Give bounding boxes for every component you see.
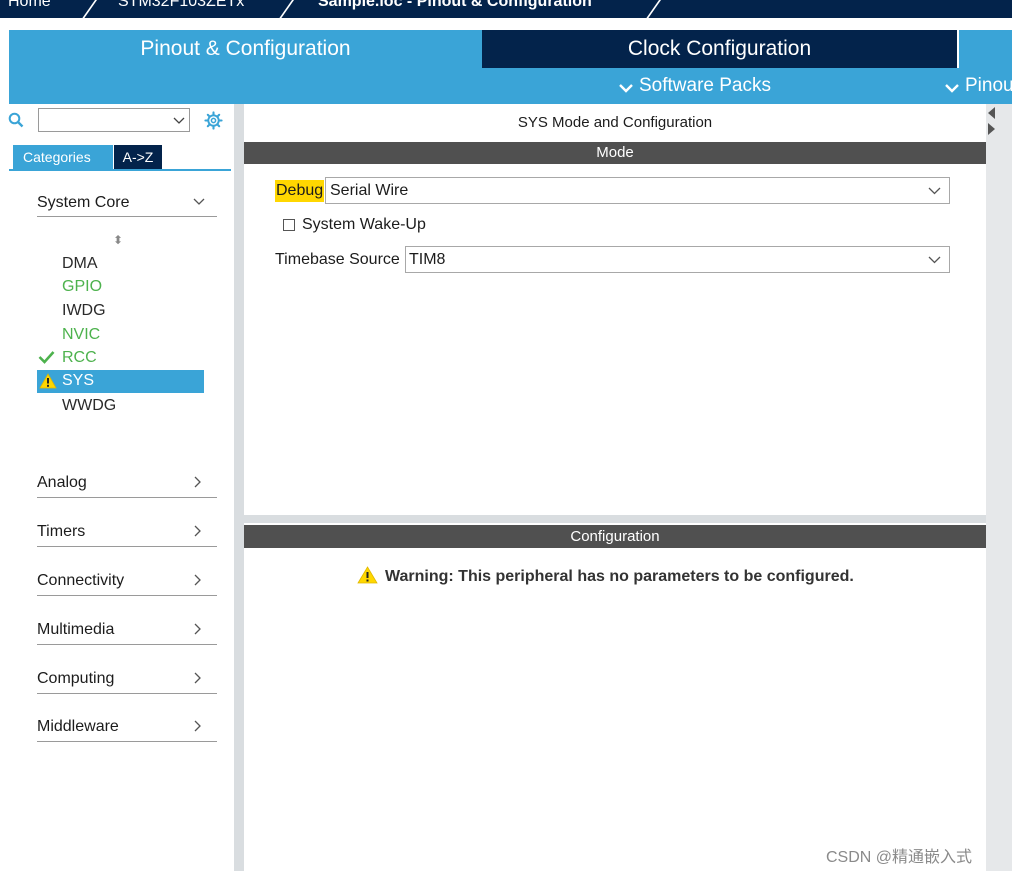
divider (37, 216, 217, 217)
system-wakeup-label: System Wake-Up (302, 216, 426, 233)
peripheral-dma[interactable]: DMA (62, 255, 98, 273)
category-label: Timers (37, 523, 86, 540)
warning-icon (357, 566, 378, 584)
tab-underline (9, 169, 231, 171)
chevron-down-icon[interactable] (173, 117, 185, 125)
category-label: System Core (37, 194, 130, 211)
watermark: CSDN @精通嵌入式 (826, 849, 973, 866)
chevron-right-icon (194, 623, 201, 635)
tab-categories[interactable]: Categories (13, 145, 113, 169)
check-icon (38, 351, 55, 364)
breadcrumb-separator (643, 0, 663, 18)
right-side-panel (986, 104, 1012, 871)
chevron-down-icon (193, 198, 205, 205)
category-label: Multimedia (37, 621, 115, 638)
breadcrumb-device[interactable]: STM32F103ZETx (118, 0, 244, 11)
chevron-down-icon (619, 84, 633, 93)
gear-icon[interactable] (204, 111, 223, 130)
peripheral-rcc[interactable]: RCC (62, 349, 97, 367)
search-icon[interactable] (8, 112, 24, 128)
panel-splitter[interactable] (234, 104, 244, 871)
chevron-down-icon (945, 84, 959, 93)
category-middleware[interactable]: Middleware (37, 718, 217, 736)
divider (37, 693, 217, 694)
collapse-arrow-icon[interactable] (987, 106, 996, 136)
peripheral-sys[interactable]: SYS (37, 370, 204, 393)
chevron-right-icon (194, 720, 201, 732)
divider (37, 497, 217, 498)
category-label: Middleware (37, 718, 119, 735)
peripheral-gpio[interactable]: GPIO (62, 278, 102, 296)
timebase-source-select[interactable]: TIM8 (405, 246, 950, 273)
category-multimedia[interactable]: Multimedia (37, 621, 217, 639)
peripheral-iwdg[interactable]: IWDG (62, 302, 106, 320)
configuration-section-header: Configuration (244, 525, 986, 548)
panel-title: SYS Mode and Configuration (517, 114, 713, 131)
main-tab-bar: Pinout & Configuration Clock Configurati… (9, 30, 1012, 68)
software-packs-label: Software Packs (639, 75, 771, 96)
category-label: Connectivity (37, 572, 125, 589)
category-system-core[interactable]: System Core (37, 194, 217, 212)
warning-icon (39, 373, 57, 389)
breadcrumb-separator (79, 0, 99, 18)
pinout-menu-label: Pinout (965, 75, 1012, 96)
divider (37, 546, 217, 547)
panel-splitter[interactable] (244, 515, 986, 523)
divider (37, 644, 217, 645)
timebase-select-value: TIM8 (409, 251, 446, 268)
category-computing[interactable]: Computing (37, 670, 217, 688)
chevron-down-icon (928, 187, 941, 195)
tab-overflow[interactable] (957, 30, 1012, 68)
debug-label: Debug (275, 180, 325, 202)
breadcrumb-home[interactable]: Home (8, 0, 51, 11)
tab-clock-configuration[interactable]: Clock Configuration (482, 30, 957, 68)
peripheral-wwdg[interactable]: WWDG (62, 397, 116, 415)
category-label: Analog (37, 474, 87, 491)
category-analog[interactable]: Analog (37, 474, 217, 492)
mode-section-header: Mode (244, 142, 986, 164)
chevron-right-icon (194, 476, 201, 488)
system-wakeup-checkbox[interactable] (283, 219, 295, 231)
timebase-source-label: Timebase Source (275, 251, 400, 268)
chevron-right-icon (194, 525, 201, 537)
breadcrumb-current: Sample.ioc - Pinout & Configuration (318, 0, 592, 10)
peripheral-sys-label: SYS (62, 372, 95, 389)
breadcrumb-separator (276, 0, 296, 18)
category-label: Computing (37, 670, 115, 687)
category-connectivity[interactable]: Connectivity (37, 572, 217, 590)
submenu-bar: Software Packs Pinout (9, 68, 1012, 104)
sort-icon[interactable]: ⬍ (113, 233, 123, 247)
divider (37, 595, 217, 596)
pinout-menu[interactable]: Pinout (945, 68, 1012, 104)
search-input[interactable] (38, 108, 190, 132)
divider (37, 741, 217, 742)
breadcrumb: Home STM32F103ZETx Sample.ioc - Pinout &… (0, 0, 1012, 18)
tab-pinout-configuration[interactable]: Pinout & Configuration (9, 30, 482, 68)
debug-select[interactable]: Serial Wire (325, 177, 950, 204)
category-timers[interactable]: Timers (37, 523, 217, 541)
peripheral-nvic[interactable]: NVIC (62, 326, 100, 344)
software-packs-menu[interactable]: Software Packs (619, 68, 771, 104)
no-parameters-warning: Warning: This peripheral has no paramete… (385, 568, 854, 585)
chevron-right-icon (194, 574, 201, 586)
debug-select-value: Serial Wire (330, 182, 409, 199)
tab-a-z[interactable]: A->Z (114, 145, 162, 169)
chevron-right-icon (194, 672, 201, 684)
chevron-down-icon (928, 256, 941, 264)
